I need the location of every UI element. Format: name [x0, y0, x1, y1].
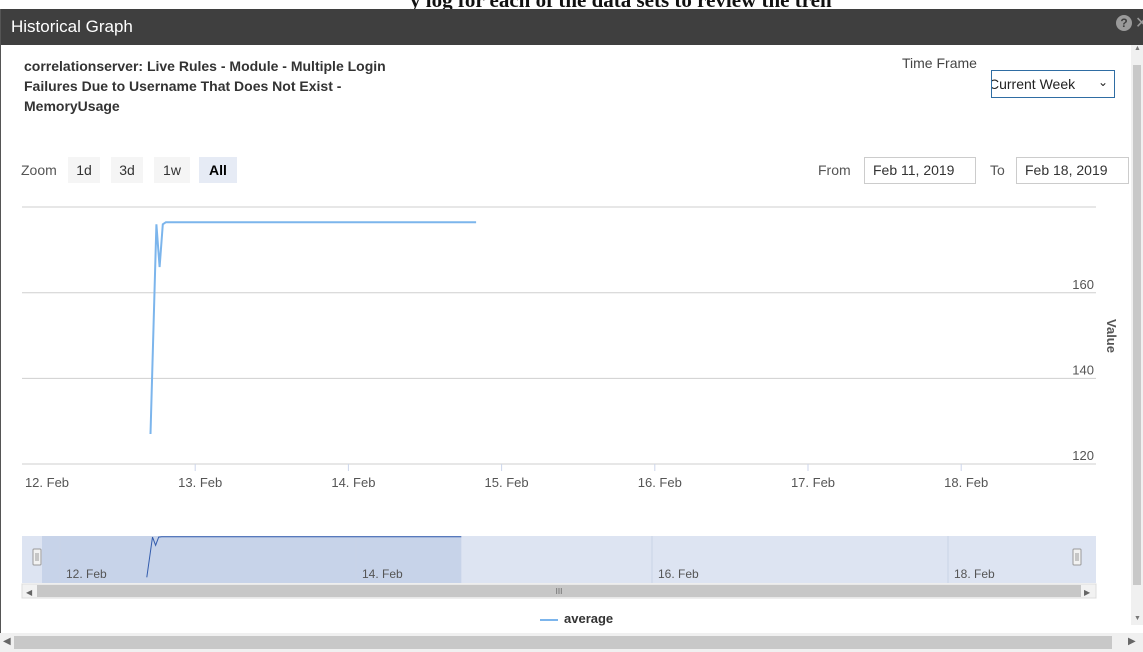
navigator-scroll-left-icon[interactable]: ◀ — [26, 588, 33, 597]
navigator-left-handle[interactable] — [32, 548, 42, 566]
vertical-scrollbar[interactable]: ▲ ▼ — [1131, 45, 1143, 625]
navigator-scroll-right-icon[interactable]: ▶ — [1084, 588, 1091, 597]
vertical-scroll-thumb[interactable] — [1133, 65, 1141, 585]
x-tick-label: 17. Feb — [791, 475, 835, 490]
scroll-right-icon[interactable]: ▶ — [1128, 636, 1136, 647]
y-tick-label: 120 — [1072, 448, 1094, 463]
series-line-average — [149, 221, 477, 435]
navigator-tick-label: 18. Feb — [954, 567, 995, 581]
y-axis-label: Value — [1104, 319, 1119, 353]
x-tick-label: 14. Feb — [331, 475, 375, 490]
legend-item-average[interactable]: average — [540, 611, 613, 626]
scroll-left-icon[interactable]: ◀ — [3, 636, 11, 647]
x-tick-label: 12. Feb — [25, 475, 69, 490]
x-tick-label: 18. Feb — [944, 475, 988, 490]
x-tick-label: 16. Feb — [638, 475, 682, 490]
horizontal-scroll-thumb[interactable] — [14, 636, 1112, 649]
navigator-tick-label: 14. Feb — [362, 567, 403, 581]
horizontal-scrollbar[interactable]: ◀ ▶ — [0, 633, 1143, 652]
navigator-right-handle[interactable] — [1072, 548, 1082, 566]
scroll-up-icon[interactable]: ▲ — [1134, 45, 1141, 52]
navigator-tick-label: 16. Feb — [658, 567, 699, 581]
navigator-tick-label: 12. Feb — [66, 567, 107, 581]
y-tick-label: 160 — [1072, 277, 1094, 292]
scroll-down-icon[interactable]: ▼ — [1134, 615, 1141, 622]
navigator-grip: III — [556, 587, 563, 596]
legend-label: average — [564, 611, 614, 626]
chart-area: 12. Feb 13. Feb 14. Feb 15. Feb 16. Feb 17. F… — [21, 206, 1119, 599]
x-tick-label: 15. Feb — [485, 475, 529, 490]
y-tick-label: 140 — [1072, 362, 1094, 377]
legend-swatch — [540, 618, 558, 621]
x-tick-label: 13. Feb — [178, 475, 222, 490]
